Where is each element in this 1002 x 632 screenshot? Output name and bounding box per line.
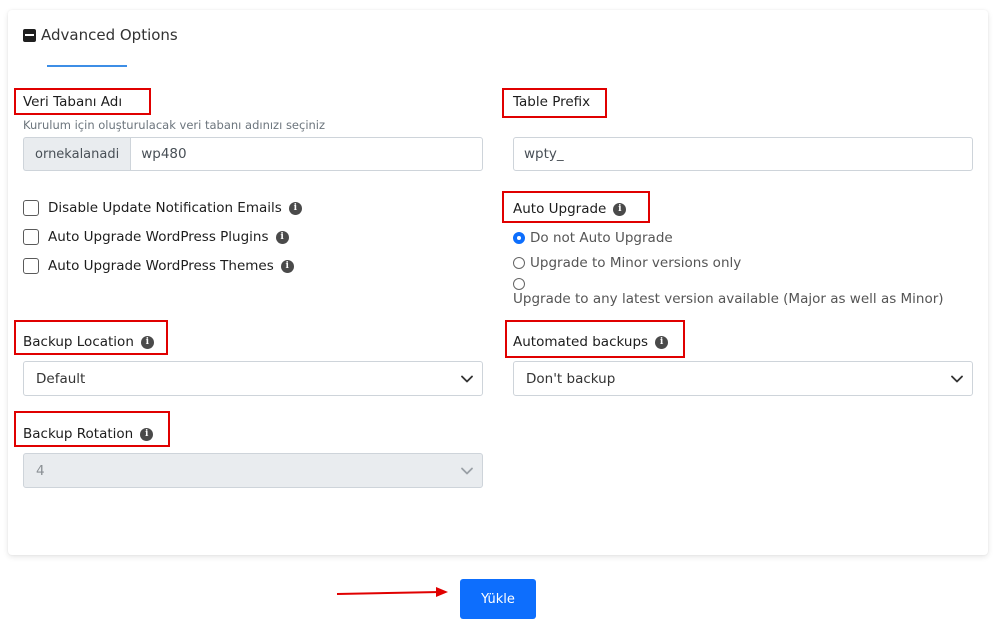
submit-button[interactable]: Yükle [460, 579, 536, 619]
backup-rotation-label: Backup Rotation i [23, 426, 154, 442]
radio-label-latest-upgrade[interactable]: Upgrade to any latest version available … [513, 291, 944, 307]
auto-upgrade-label: Auto Upgrade i [513, 201, 627, 217]
automated-backups-value[interactable]: Don't backup [526, 371, 615, 387]
radio-latest-upgrade[interactable] [513, 278, 530, 290]
info-icon[interactable]: i [140, 335, 154, 349]
tab-underline [47, 65, 127, 67]
info-icon[interactable]: i [140, 427, 154, 441]
radio-button[interactable] [513, 257, 525, 269]
radio-button[interactable] [513, 278, 525, 290]
disable-update-emails-checkbox[interactable] [23, 200, 39, 216]
info-icon[interactable]: i [613, 202, 627, 216]
db-name-input[interactable]: wp480 [130, 137, 483, 171]
backup-rotation-value: 4 [36, 462, 45, 479]
auto-upgrade-plugins-checkbox-row[interactable]: Auto Upgrade WordPress Plugins i [23, 229, 289, 245]
disable-update-emails-label[interactable]: Disable Update Notification Emails [48, 200, 282, 216]
auto-upgrade-plugins-checkbox[interactable] [23, 229, 39, 245]
auto-upgrade-plugins-label[interactable]: Auto Upgrade WordPress Plugins [48, 229, 269, 245]
red-arrow-icon [336, 587, 448, 597]
db-name-label: Veri Tabanı Adı [23, 94, 123, 110]
radio-minor-upgrade[interactable]: Upgrade to Minor versions only [513, 255, 741, 271]
table-prefix-label: Table Prefix [513, 94, 591, 110]
auto-upgrade-themes-checkbox-row[interactable]: Auto Upgrade WordPress Themes i [23, 258, 294, 274]
auto-upgrade-themes-label[interactable]: Auto Upgrade WordPress Themes [48, 258, 274, 274]
backup-location-value[interactable]: Default [36, 371, 85, 387]
disable-update-emails-checkbox-row[interactable]: Disable Update Notification Emails i [23, 200, 302, 216]
automated-backups-label: Automated backups i [513, 334, 669, 350]
radio-button-selected[interactable] [513, 232, 525, 244]
radio-label-no-auto-upgrade[interactable]: Do not Auto Upgrade [530, 230, 673, 246]
chevron-down-icon[interactable] [460, 372, 474, 386]
auto-upgrade-themes-checkbox[interactable] [23, 258, 39, 274]
info-icon[interactable]: i [288, 201, 302, 215]
db-name-prefix: ornekalanadi [23, 137, 131, 171]
advanced-options-title[interactable]: Advanced Options [41, 26, 178, 44]
info-icon[interactable]: i [655, 335, 669, 349]
chevron-down-icon[interactable] [950, 372, 964, 386]
advanced-options-card: Advanced Options Veri Tabanı Adı Kurulum… [8, 10, 988, 555]
backup-rotation-select: 4 [23, 453, 483, 488]
automated-backups-select[interactable]: Don't backup [513, 361, 973, 396]
info-icon[interactable]: i [275, 230, 289, 244]
db-name-input-group: ornekalanadi wp480 [23, 137, 483, 171]
radio-label-minor-upgrade[interactable]: Upgrade to Minor versions only [530, 255, 741, 271]
radio-no-auto-upgrade[interactable]: Do not Auto Upgrade [513, 230, 673, 246]
table-prefix-input[interactable]: wpty_ [513, 137, 973, 171]
chevron-down-icon [461, 467, 473, 475]
backup-location-select[interactable]: Default [23, 361, 483, 396]
backup-location-label: Backup Location i [23, 334, 154, 350]
collapse-minus-icon[interactable] [23, 28, 36, 42]
info-icon[interactable]: i [280, 259, 294, 273]
advanced-options-toggle[interactable]: Advanced Options [23, 26, 178, 44]
db-name-help: Kurulum için oluşturulacak veri tabanı a… [23, 118, 326, 132]
